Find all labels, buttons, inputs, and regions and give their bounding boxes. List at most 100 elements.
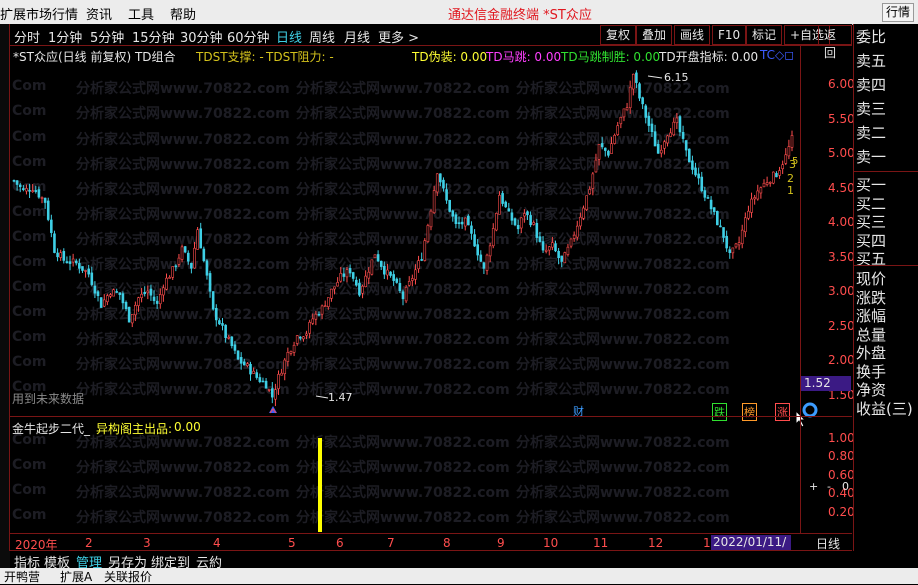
- high-pointer: [647, 75, 663, 79]
- candle-body: [597, 144, 601, 160]
- candle-body: [731, 247, 735, 254]
- candle-body: [333, 286, 336, 290]
- candle-body: [355, 279, 358, 286]
- zoom-in-button[interactable]: +: [809, 480, 818, 493]
- date-tick-label: 2: [85, 536, 93, 550]
- candle-body: [302, 336, 305, 340]
- book-divider: [854, 171, 918, 172]
- candle-body: [236, 350, 240, 360]
- candle-body: [575, 225, 579, 238]
- candle-body: [99, 297, 103, 308]
- candle-body: [311, 318, 315, 324]
- candle-body: [295, 335, 299, 344]
- indicator-signal-bar: [318, 438, 322, 532]
- candle-body: [768, 181, 772, 184]
- candle-body: [227, 336, 231, 339]
- candle-body: [463, 217, 467, 227]
- candle-body: [538, 236, 542, 242]
- candle-body: [485, 254, 489, 271]
- candle-body: [40, 197, 44, 199]
- candle-body: [127, 306, 131, 323]
- status-item-1[interactable]: 开鸭营: [4, 568, 40, 585]
- candle-body: [628, 86, 632, 109]
- candle-body: [407, 281, 411, 286]
- candle-body: [71, 258, 75, 263]
- candle-body: [722, 227, 725, 238]
- indicator-tick-label: 0.80: [828, 449, 855, 464]
- candle-body: [544, 249, 548, 252]
- candle-body: [429, 210, 433, 228]
- status-item-3[interactable]: 关联报价: [104, 568, 152, 585]
- date-tick-label: 9: [497, 536, 505, 550]
- candle-body: [719, 225, 722, 228]
- candle-body: [572, 234, 576, 239]
- candle-body: [728, 249, 732, 253]
- status-bar: 开鸭营 扩展A 关联报价: [0, 568, 918, 584]
- candle-body: [121, 293, 125, 304]
- candle-body: [765, 182, 769, 185]
- candle-body: [43, 197, 47, 203]
- candle-body: [370, 259, 374, 275]
- candle-body: [644, 105, 648, 118]
- book-divider-2: [854, 265, 918, 266]
- candle-body: [498, 194, 501, 215]
- candle-body: [330, 288, 333, 299]
- candle-body: [414, 269, 417, 280]
- candle-body: [510, 212, 514, 221]
- candle-body: [750, 198, 753, 213]
- candle-body: [647, 115, 651, 126]
- zoom-out-button[interactable]: -: [827, 480, 831, 493]
- indicator-value: 0.00: [174, 420, 201, 434]
- candle-body: [81, 266, 84, 271]
- candle-body: [582, 207, 585, 219]
- candle-body: [124, 302, 128, 310]
- candle-body: [435, 173, 439, 193]
- candle-body: [336, 282, 339, 287]
- candle-body: [653, 131, 657, 147]
- sell-book-label-1: 卖五: [856, 52, 887, 70]
- bottom-tab-bar: 指标 模板 管理 另存为 绑定到 云約: [10, 551, 918, 571]
- candle-body: [314, 313, 318, 320]
- candle-body: [588, 189, 592, 195]
- event-marker-rise[interactable]: 涨: [775, 403, 790, 421]
- candle-body: [566, 246, 570, 255]
- td-seq-1: 1: [787, 184, 794, 197]
- candle-body: [242, 361, 246, 366]
- zoom-reset-button[interactable]: 0: [842, 480, 849, 493]
- candle-body: [246, 363, 249, 366]
- candle-body: [712, 207, 716, 213]
- candle-body: [249, 363, 252, 375]
- status-item-2[interactable]: 扩展A: [60, 568, 92, 585]
- candle-body: [305, 333, 308, 336]
- candle-body: [137, 297, 140, 306]
- candle-body: [383, 266, 386, 275]
- candle-body: [470, 225, 473, 234]
- event-marker-rank[interactable]: 榜: [742, 403, 757, 421]
- candle-body: [744, 217, 747, 233]
- candle-body: [214, 307, 218, 321]
- candle-body: [392, 274, 395, 281]
- candle-body: [439, 173, 442, 183]
- candle-body: [659, 149, 663, 154]
- candle-body: [389, 271, 392, 276]
- candle-body: [504, 201, 507, 208]
- candle-body: [681, 131, 685, 139]
- candle-body: [557, 250, 560, 259]
- candle-body: [756, 190, 760, 200]
- candle-body: [158, 294, 162, 305]
- low-pointer: [315, 395, 329, 399]
- candle-body: [143, 292, 147, 294]
- candle-body: [323, 305, 327, 308]
- candle-body: [476, 244, 479, 256]
- candle-body: [34, 190, 38, 192]
- candle-body: [678, 116, 682, 133]
- candle-body: [772, 171, 775, 184]
- kline-chart[interactable]: [0, 0, 918, 584]
- event-marker-drop[interactable]: 跌: [712, 403, 727, 421]
- candle-body: [451, 210, 455, 217]
- candle-body: [784, 154, 788, 164]
- candle-body: [420, 259, 423, 261]
- candle-body: [625, 107, 629, 111]
- candle-body: [224, 324, 227, 339]
- date-tick-label: 11: [593, 536, 609, 550]
